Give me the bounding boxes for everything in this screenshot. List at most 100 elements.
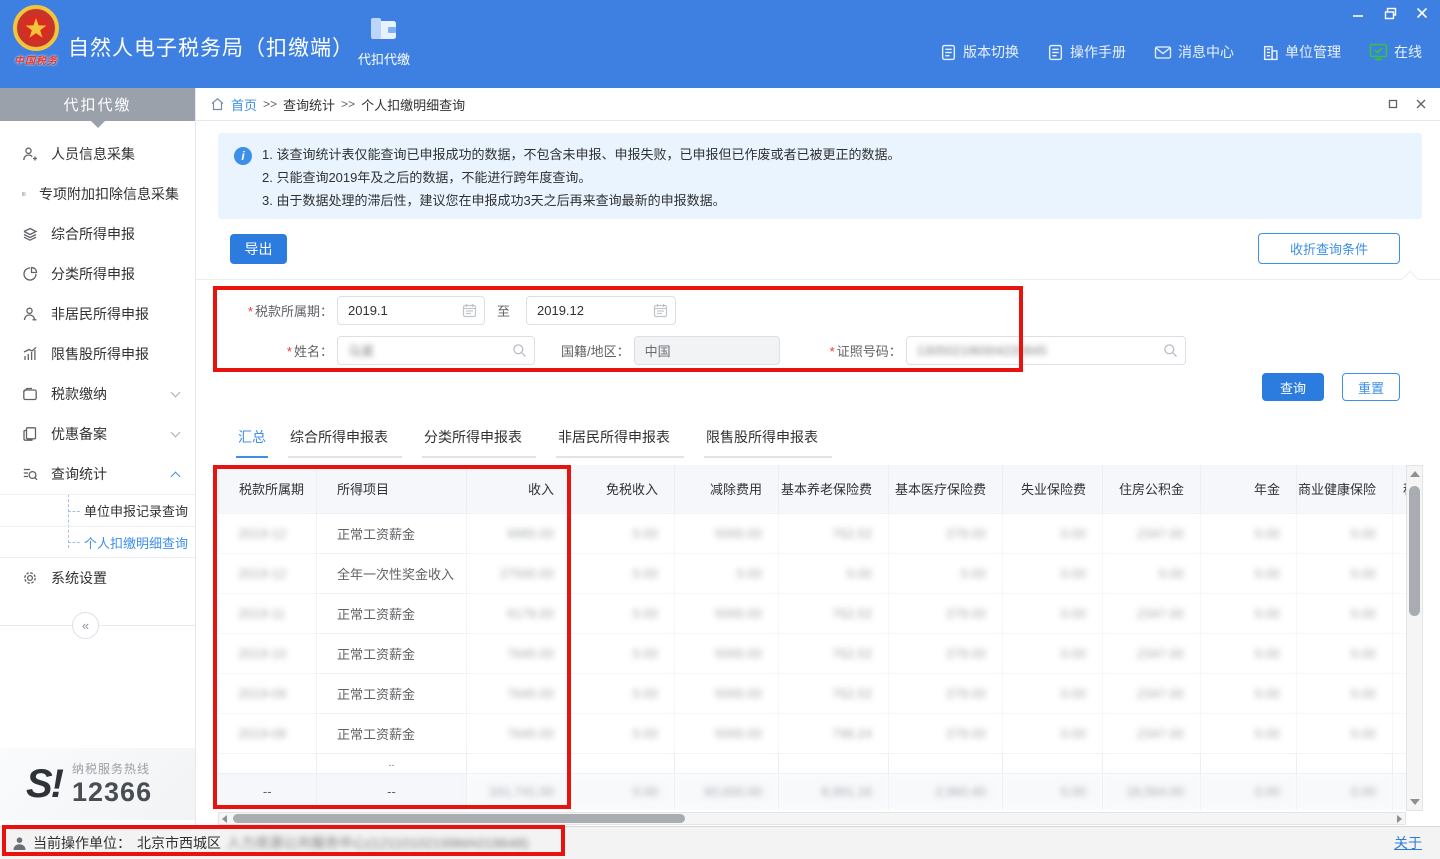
table-row[interactable]: 2019-12正常工资薪金9985.000.005000.00762.52279… [219,513,1407,553]
total-value-cell: 0.00 [1297,773,1393,810]
building-icon [1262,44,1279,61]
manual-icon [1047,44,1064,61]
sidebar-item-personnel-info[interactable]: 人员信息采集 [0,134,195,174]
message-center-button[interactable]: 消息中心 [1154,42,1234,62]
sidebar-item-label: 专项附加扣除信息采集 [39,184,179,204]
pie-chart-icon [22,266,38,282]
sidebar-item-classified-income[interactable]: 分类所得申报 [0,254,195,294]
calendar-icon[interactable] [462,303,477,318]
sidebar-item-preferential-filing[interactable]: 优惠备案 [0,414,195,454]
unit-management-button[interactable]: 单位管理 [1262,42,1341,62]
table-row[interactable]: 2019-11正常工资薪金9178.000.005000.00762.52279… [219,593,1407,633]
sidebar-item-tax-payment[interactable]: 税款缴纳 [0,374,195,414]
required-asterisk: * [287,344,292,359]
export-button[interactable]: 导出 [230,234,287,264]
version-switch-button[interactable]: 版本切换 [940,42,1019,62]
sidebar-collapse-button[interactable]: « [72,612,99,639]
period-cell: 2019-09 [219,673,317,713]
sidebar-item-restricted-shares[interactable]: 限售股所得申报 [0,334,195,374]
result-tabs: 汇总 综合所得申报表 分类所得申报表 非居民所得申报表 限售股所得申报表 [236,427,832,458]
tab-nonresident-income[interactable]: 非居民所得申报表 [556,427,684,458]
value-cell: 0.00 [889,553,1003,593]
period-from-field[interactable] [337,296,485,325]
collapse-filters-button[interactable]: 收折查询条件 [1258,233,1400,264]
notice-line-2: 2. 只能查询2019年及之后的数据，不能进行跨年度查询。 [262,166,1406,189]
sidebar-item-query-statistics[interactable]: 查询统计 [0,454,195,494]
tab-restricted-shares[interactable]: 限售股所得申报表 [704,427,832,458]
value-cell [1393,713,1407,753]
name-input[interactable] [338,337,534,364]
period-to-field[interactable] [526,296,676,325]
hotline-label: 纳税服务热线 [72,760,152,777]
notice-line-3: 3. 由于数据处理的滞后性，建议您在申报成功3天之后再来查询最新的申报数据。 [262,189,1406,212]
column-header: 免税收入 [571,465,675,513]
tab-summary[interactable]: 汇总 [236,427,268,458]
value-cell: 0.00 [675,553,779,593]
scroll-right-arrow[interactable] [1397,815,1402,823]
income-item-cell: 正常工资薪金 [317,673,467,713]
value-cell: 7645.00 [467,633,571,673]
scroll-left-arrow[interactable] [222,815,227,823]
breadcrumb-home[interactable]: 首页 [231,95,257,114]
value-cell [467,753,571,773]
calendar-icon[interactable] [653,303,668,318]
value-cell: 762.52 [779,593,889,633]
sidebar-subitem-personal-withholding-query[interactable]: 个人扣缴明细查询 [0,526,195,558]
nationality-input [635,337,779,364]
scroll-up-arrow[interactable] [1410,471,1420,477]
sidebar-item-label: 系统设置 [51,568,179,588]
required-asterisk: * [830,344,835,359]
notice-line-1: 1. 该查询统计表仅能查询已申报成功的数据，不包含未申报、申报失败，已申报但已作… [262,143,1406,166]
vertical-scroll-thumb[interactable] [1409,486,1420,616]
restore-button[interactable] [1382,5,1398,21]
tab-comprehensive-income[interactable]: 综合所得申报表 [288,427,402,458]
minimize-button[interactable] [1350,5,1366,21]
panel-close-button[interactable] [1414,97,1428,111]
period-cell: 2019-11 [219,593,317,633]
panel-maximize-button[interactable] [1386,97,1400,111]
layers-icon [22,226,38,242]
table-row[interactable]: 2019-09正常工资薪金7645.000.005000.00762.52279… [219,673,1407,713]
info-icon: i [234,147,252,165]
summary-table: 税款所属期所得项目收入免税收入减除费用基本养老保险费基本医疗保险费失业保险费住房… [218,465,1406,810]
online-status[interactable]: 在线 [1369,42,1422,62]
vertical-scrollbar[interactable] [1406,465,1423,811]
sidebar-item-comprehensive-income[interactable]: 综合所得申报 [0,214,195,254]
value-cell: 0.00 [1003,553,1103,593]
query-button[interactable]: 查询 [1262,373,1324,401]
close-button[interactable] [1414,5,1430,21]
value-cell: 27500.00 [467,553,571,593]
scroll-down-arrow[interactable] [1410,799,1420,805]
table-row[interactable]: 2019-10正常工资薪金7645.000.005000.00762.52279… [219,633,1407,673]
sidebar-collapse-row: « [0,612,195,640]
table-row[interactable]: 2019-12全年一次性奖金收入27500.000.000.000.000.00… [219,553,1407,593]
manual-button[interactable]: 操作手册 [1047,42,1126,62]
summary-table-head: 税款所属期所得项目收入免税收入减除费用基本养老保险费基本医疗保险费失业保险费住房… [219,465,1407,513]
current-unit-blurred: 人力资源公共服务中心(12110102199MA018648) [227,833,529,853]
horizontal-scrollbar[interactable] [218,812,1406,825]
id-number-input[interactable] [907,337,1185,364]
value-cell: 279.00 [889,593,1003,633]
sidebar-subitem-unit-declaration-query[interactable]: 单位申报记录查询 [0,494,195,526]
sidebar-item-system-settings[interactable]: 系统设置 [0,558,195,598]
manual-label: 操作手册 [1070,42,1126,62]
reset-button[interactable]: 重置 [1342,373,1400,401]
tab-classified-income[interactable]: 分类所得申报表 [422,427,536,458]
value-cell: 0.00 [571,593,675,633]
search-icon[interactable] [512,343,527,358]
id-number-field[interactable] [906,336,1186,365]
value-cell [889,753,1003,773]
column-header: 收入 [467,465,571,513]
value-cell: 0.00 [1003,633,1103,673]
about-link[interactable]: 关于 [1394,833,1422,853]
sidebar-item-special-deduction[interactable]: 专项附加扣除信息采集 [0,174,195,214]
panel-controls [1386,97,1428,111]
name-field[interactable] [337,336,535,365]
horizontal-scroll-thumb[interactable] [233,814,685,823]
table-row[interactable]: 2019-08正常工资薪金7645.000.005000.00798.24279… [219,713,1407,753]
search-icon[interactable] [1163,343,1178,358]
header-tab-withholding[interactable]: 代扣代缴 [352,16,416,68]
value-cell [1393,673,1407,713]
sidebar-item-nonresident-income[interactable]: 非居民所得申报 [0,294,195,334]
online-monitor-icon [1369,43,1388,61]
